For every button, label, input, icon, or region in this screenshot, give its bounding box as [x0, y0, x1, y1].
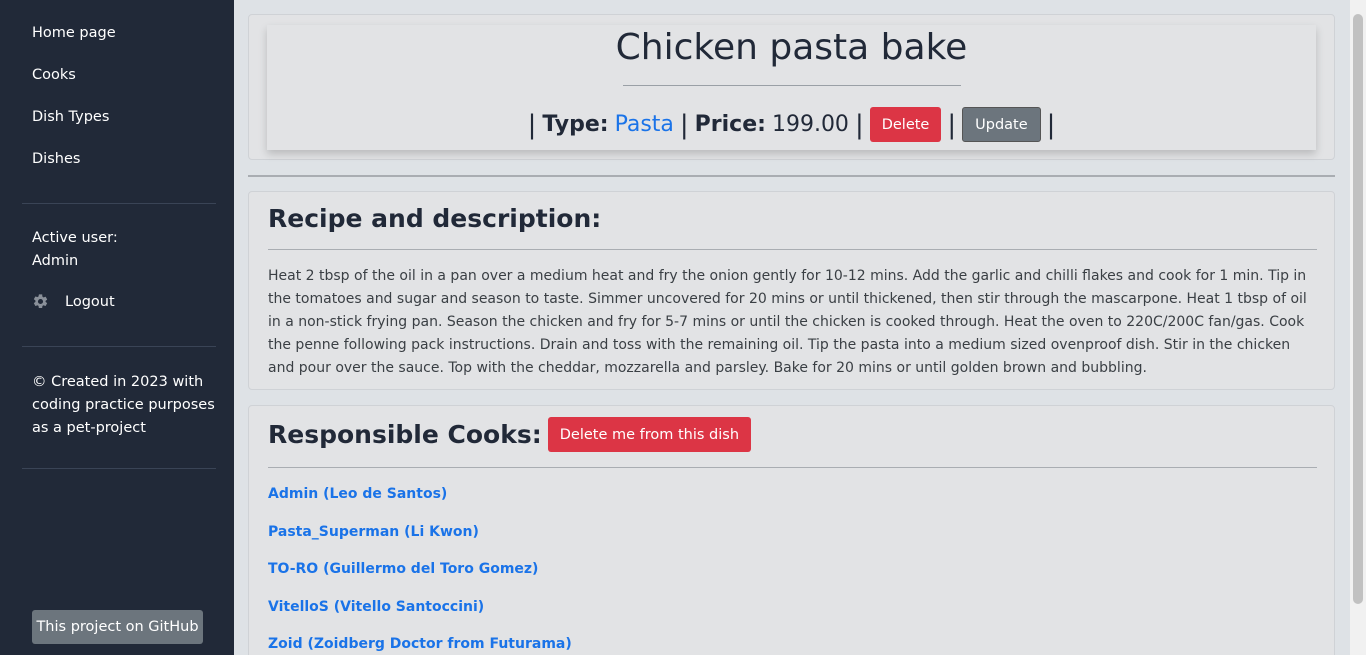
update-button[interactable]: Update: [962, 107, 1041, 142]
dish-header-card: Chicken pasta bake | Type: Pasta | Price…: [248, 14, 1335, 160]
nav-home-page[interactable]: Home page: [32, 25, 116, 41]
github-button[interactable]: This project on GitHub: [32, 610, 203, 644]
cooks-heading: Responsible Cooks:: [268, 420, 542, 449]
active-user-label: Active user:: [32, 230, 118, 246]
separator: |: [679, 109, 689, 140]
recipe-heading-rule: [268, 249, 1317, 250]
footer-note-line: as a pet-project: [32, 420, 146, 436]
cook-link[interactable]: Pasta_Superman (Li Kwon): [268, 524, 479, 540]
logout-label: Logout: [65, 293, 115, 310]
dish-meta-row: | Type: Pasta | Price: 199.00 | Delete |…: [267, 107, 1316, 142]
recipe-text: Heat 2 tbsp of the oil in a pan over a m…: [268, 268, 1307, 376]
recipe-heading: Recipe and description:: [268, 204, 602, 233]
scrollbar-thumb[interactable]: [1353, 14, 1363, 604]
cooks-card: Responsible Cooks: Delete me from this d…: [248, 405, 1335, 655]
separator: |: [854, 109, 864, 140]
section-divider: [248, 175, 1335, 177]
sidebar-divider: [22, 203, 216, 204]
cooks-heading-rule: [268, 467, 1317, 468]
main-content: Chicken pasta bake | Type: Pasta | Price…: [234, 0, 1350, 655]
nav-dish-types[interactable]: Dish Types: [32, 109, 109, 125]
price-label: Price:: [694, 112, 766, 137]
nav-cooks[interactable]: Cooks: [32, 67, 76, 83]
cooks-header: Responsible Cooks: Delete me from this d…: [268, 417, 752, 452]
footer-note-line: coding practice purposes: [32, 397, 215, 413]
sidebar: Home page Cooks Dish Types Dishes Active…: [0, 0, 234, 655]
type-label: Type:: [542, 112, 609, 137]
active-user-name: Admin: [32, 253, 79, 269]
dish-type-link[interactable]: Pasta: [615, 112, 674, 137]
separator: |: [947, 109, 957, 140]
cook-link[interactable]: VitelloS (Vitello Santoccini): [268, 599, 484, 615]
delete-me-from-dish-button[interactable]: Delete me from this dish: [547, 417, 752, 452]
nav-dishes[interactable]: Dishes: [32, 151, 80, 167]
cook-link[interactable]: TO-RO (Guillermo del Toro Gomez): [268, 561, 538, 577]
delete-button[interactable]: Delete: [869, 107, 942, 142]
recipe-card: Recipe and description: Heat 2 tbsp of t…: [248, 191, 1335, 390]
sidebar-divider: [22, 468, 216, 469]
title-underline: [623, 85, 961, 86]
vertical-scrollbar[interactable]: [1350, 0, 1366, 655]
footer-note-line: © Created in 2023 with: [32, 374, 204, 390]
separator: |: [527, 109, 537, 140]
separator: |: [1046, 109, 1056, 140]
price-value: 199.00: [771, 112, 849, 137]
cook-link[interactable]: Zoid (Zoidberg Doctor from Futurama): [268, 636, 572, 652]
logout-link[interactable]: Logout: [32, 293, 115, 310]
cook-link[interactable]: Admin (Leo de Santos): [268, 486, 447, 502]
sidebar-divider: [22, 346, 216, 347]
page-title: Chicken pasta bake: [615, 27, 968, 68]
dish-header-panel: Chicken pasta bake | Type: Pasta | Price…: [267, 25, 1316, 150]
gear-icon: [32, 293, 49, 310]
